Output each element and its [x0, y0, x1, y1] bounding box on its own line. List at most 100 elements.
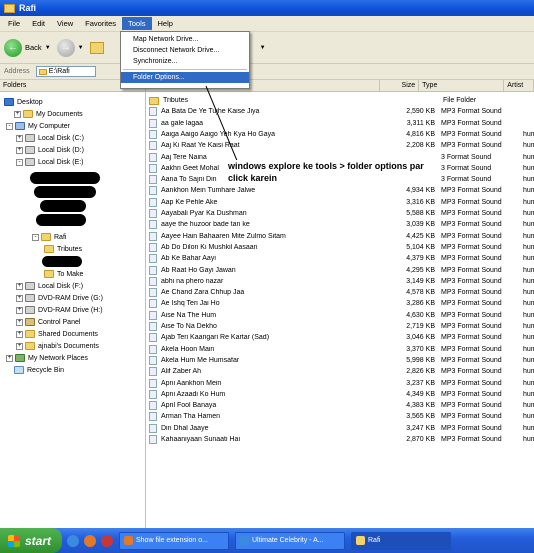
file-row[interactable]: Apni Aankhon Mein 3,237 KB MP3 Format Soun… — [146, 378, 534, 389]
chevron-down-icon: ▼ — [77, 44, 84, 51]
file-row[interactable]: Ajab Teri Kaarigari Re Kartar (Sad) 3,046… — [146, 332, 534, 343]
tree-item-local-disk-c[interactable]: + Local Disk (C:) — [16, 132, 84, 144]
tree-item-local-disk-e[interactable]: - Local Disk (E:) — [16, 156, 84, 168]
column-size[interactable]: Size — [380, 80, 420, 91]
audio-file-icon — [149, 401, 157, 411]
expand-icon[interactable]: + — [14, 110, 21, 118]
menu-item-map-network-drive[interactable]: Map Network Drive... — [121, 34, 249, 45]
window-titlebar[interactable]: Rafi — [0, 0, 534, 16]
tree-item-recycle-bin[interactable]: Recycle Bin — [14, 364, 64, 376]
up-folder-button[interactable] — [89, 41, 104, 54]
redaction-scribble — [36, 214, 86, 226]
task-label: Show file extension o... — [136, 537, 208, 544]
menu-edit[interactable]: Edit — [26, 17, 51, 30]
file-size: 5,588 KB — [406, 210, 435, 217]
collapse-icon[interactable]: - — [32, 233, 39, 241]
file-row[interactable]: Aise To Na Dekho 2,719 KB MP3 Format Sound… — [146, 321, 534, 332]
tree-item-my-documents[interactable]: + My Documents — [14, 108, 83, 120]
address-input[interactable]: E:\Rafi — [35, 66, 96, 77]
tree-item-my-computer[interactable]: - My Computer — [6, 120, 70, 132]
file-row[interactable]: Aayee Hain Bahaaren Mite Zulmo Sitam 4,42… — [146, 231, 534, 242]
file-row[interactable]: Aayabali Pyar Ka Dushman 5,588 KB MP3 Form… — [146, 208, 534, 219]
file-type: MP3 Format Sound — [441, 345, 502, 353]
firefox-icon[interactable] — [84, 534, 96, 547]
file-row[interactable]: Aankhon Mein Tumhare Jalwe 4,934 KB MP3 Fo… — [146, 185, 534, 196]
file-row[interactable]: Ab Do Dilon Ki Mushkil Aasaan 5,104 KB MP3… — [146, 242, 534, 253]
column-type[interactable]: Type — [419, 80, 505, 91]
tree-item-rafi[interactable]: - Rafi — [32, 231, 66, 243]
file-row[interactable]: April Fool Banaya 4,383 KB MP3 Format Soun… — [146, 400, 534, 411]
tree-item-dvd-ram-drive-g[interactable]: + DVD-RAM Drive (G:) — [16, 292, 103, 304]
file-row[interactable]: Aise Na The Hum 4,630 KB MP3 Format Sound h… — [146, 310, 534, 321]
menu-item-disconnect-network-drive[interactable]: Disconnect Network Drive... — [121, 45, 249, 56]
file-row[interactable]: Aap Ke Pehle Ake 3,316 KB MP3 Format Sound… — [146, 197, 534, 208]
file-row[interactable]: Kahaaniyaan Sunaati Hai 2,870 KB MP3 Forma… — [146, 434, 534, 445]
quicklaunch-icon[interactable] — [101, 534, 113, 547]
expand-icon[interactable]: + — [16, 318, 23, 326]
back-button[interactable]: ← Back ▼ — [4, 38, 51, 57]
taskbar-item-rafi[interactable]: Rafi — [351, 531, 451, 550]
menu-view[interactable]: View — [51, 17, 79, 30]
file-size: 3,149 KB — [406, 277, 435, 285]
menu-favorites[interactable]: Favorites — [79, 17, 122, 30]
tree-item-my-network-places[interactable]: + My Network Places — [6, 352, 88, 364]
expand-icon[interactable]: + — [16, 134, 23, 142]
file-row[interactable]: Alif Zaber Ah 2,826 KB MP3 Format Sound hum… — [146, 366, 534, 377]
expand-icon[interactable]: + — [16, 282, 23, 290]
menu-item-folder-options[interactable]: Folder Options... — [121, 72, 249, 83]
audio-file-icon — [149, 367, 157, 377]
menu-help[interactable]: Help — [152, 17, 179, 30]
file-row[interactable]: Aaiga Aaigo Aaigo Yeh Kya Ho Gaya 4,816 K… — [146, 129, 534, 140]
tree-item-control-panel[interactable]: + Control Panel — [16, 316, 80, 328]
views-button[interactable]: ▼ — [260, 45, 266, 51]
expand-icon[interactable]: + — [16, 330, 23, 338]
file-row[interactable]: aaye the huzoor bade tan ke 3,039 KB MP3 F… — [146, 219, 534, 230]
file-type: MP3 Format Sound — [441, 424, 502, 432]
expand-icon[interactable]: + — [16, 294, 23, 302]
menu-item-synchronize[interactable]: Synchronize... — [121, 56, 249, 67]
tree-item-local-disk-f[interactable]: + Local Disk (F:) — [16, 280, 83, 292]
address-value: E:\Rafi — [48, 68, 70, 75]
file-row[interactable]: abhi na phero nazar 3,149 KB MP3 Format So… — [146, 276, 534, 287]
file-row[interactable]: Ab Raat Ho Gayi Jawan 4,295 KB MP3 Format … — [146, 265, 534, 276]
file-row[interactable]: Arman Tha Hamen 3,565 KB MP3 Format Sound h… — [146, 411, 534, 422]
tree-item-dvd-ram-drive-h[interactable]: + DVD-RAM Drive (H:) — [16, 304, 103, 316]
collapse-icon[interactable]: - — [16, 158, 23, 166]
expand-icon[interactable]: + — [16, 306, 23, 314]
internet-explorer-icon[interactable] — [67, 534, 79, 547]
audio-file-icon — [149, 242, 157, 252]
expand-icon[interactable]: + — [16, 342, 23, 350]
file-row[interactable]: Ae Ishq Teri Jai Ho 3,286 KB MP3 Format So… — [146, 298, 534, 309]
file-name: Kahaaniyaan Sunaati Hai — [161, 436, 241, 443]
expand-icon[interactable]: + — [6, 354, 13, 362]
start-button[interactable]: start — [0, 528, 62, 553]
menu-tools[interactable]: Tools — [122, 17, 152, 30]
tree-item-local-disk-d[interactable]: + Local Disk (D:) — [16, 144, 84, 156]
taskbar-item-ultimate-celebrity[interactable]: Ultimate Celebrity - A... — [235, 531, 345, 550]
column-artist[interactable]: Artist — [504, 80, 534, 91]
file-row[interactable]: Aaj Ki Raat Ye Kaisi Raat 2,208 KB MP3 For… — [146, 140, 534, 151]
file-row[interactable]: aa gale lagaa 3,311 KB MP3 Format Sound — [146, 118, 534, 129]
tree-item-shared-documents[interactable]: + Shared Documents — [16, 328, 98, 340]
tree-item-desktop[interactable]: Desktop — [4, 96, 43, 108]
file-row[interactable]: Aa Bata De Ye Tujhe Kaise Jiya 2,590 KB MP… — [146, 106, 534, 117]
forward-button[interactable]: → ▼ — [56, 38, 84, 57]
folder-icon — [41, 233, 51, 241]
tree-item-tributes[interactable]: Tributes — [44, 243, 82, 255]
file-row[interactable]: Ae Chand Zara Chhup Jaa 4,578 KB MP3 Forma… — [146, 287, 534, 298]
firefox-icon — [124, 536, 133, 545]
file-row[interactable]: Din Dhal Jaaye 3,247 KB MP3 Format Sound hu… — [146, 423, 534, 434]
file-row[interactable]: Akela Hoon Main 3,370 KB MP3 Format Sound h… — [146, 344, 534, 355]
file-row[interactable]: Akela Hum Me Humsafar 5,998 KB MP3 Format … — [146, 355, 534, 366]
expand-icon[interactable]: + — [16, 146, 23, 154]
taskbar-item-show-file-extension[interactable]: Show file extension o... — [119, 531, 229, 550]
file-name: Arman Tha Hamen — [161, 413, 221, 421]
folder-row[interactable]: Tributes File Folder — [146, 95, 534, 106]
collapse-icon[interactable]: - — [6, 122, 13, 130]
tree-item-to-make[interactable]: To Make — [44, 268, 83, 280]
menu-file[interactable]: File — [2, 17, 26, 30]
tree-item-ajnabi-s-documents[interactable]: + ajnabi's Documents — [16, 340, 99, 352]
file-row[interactable]: Apni Azaadi Ko Hum 4,349 KB MP3 Format Sou… — [146, 389, 534, 400]
drive-icon — [25, 134, 35, 142]
file-row[interactable]: Ab Ke Bahar Aayi 4,379 KB MP3 Format Sound… — [146, 253, 534, 264]
